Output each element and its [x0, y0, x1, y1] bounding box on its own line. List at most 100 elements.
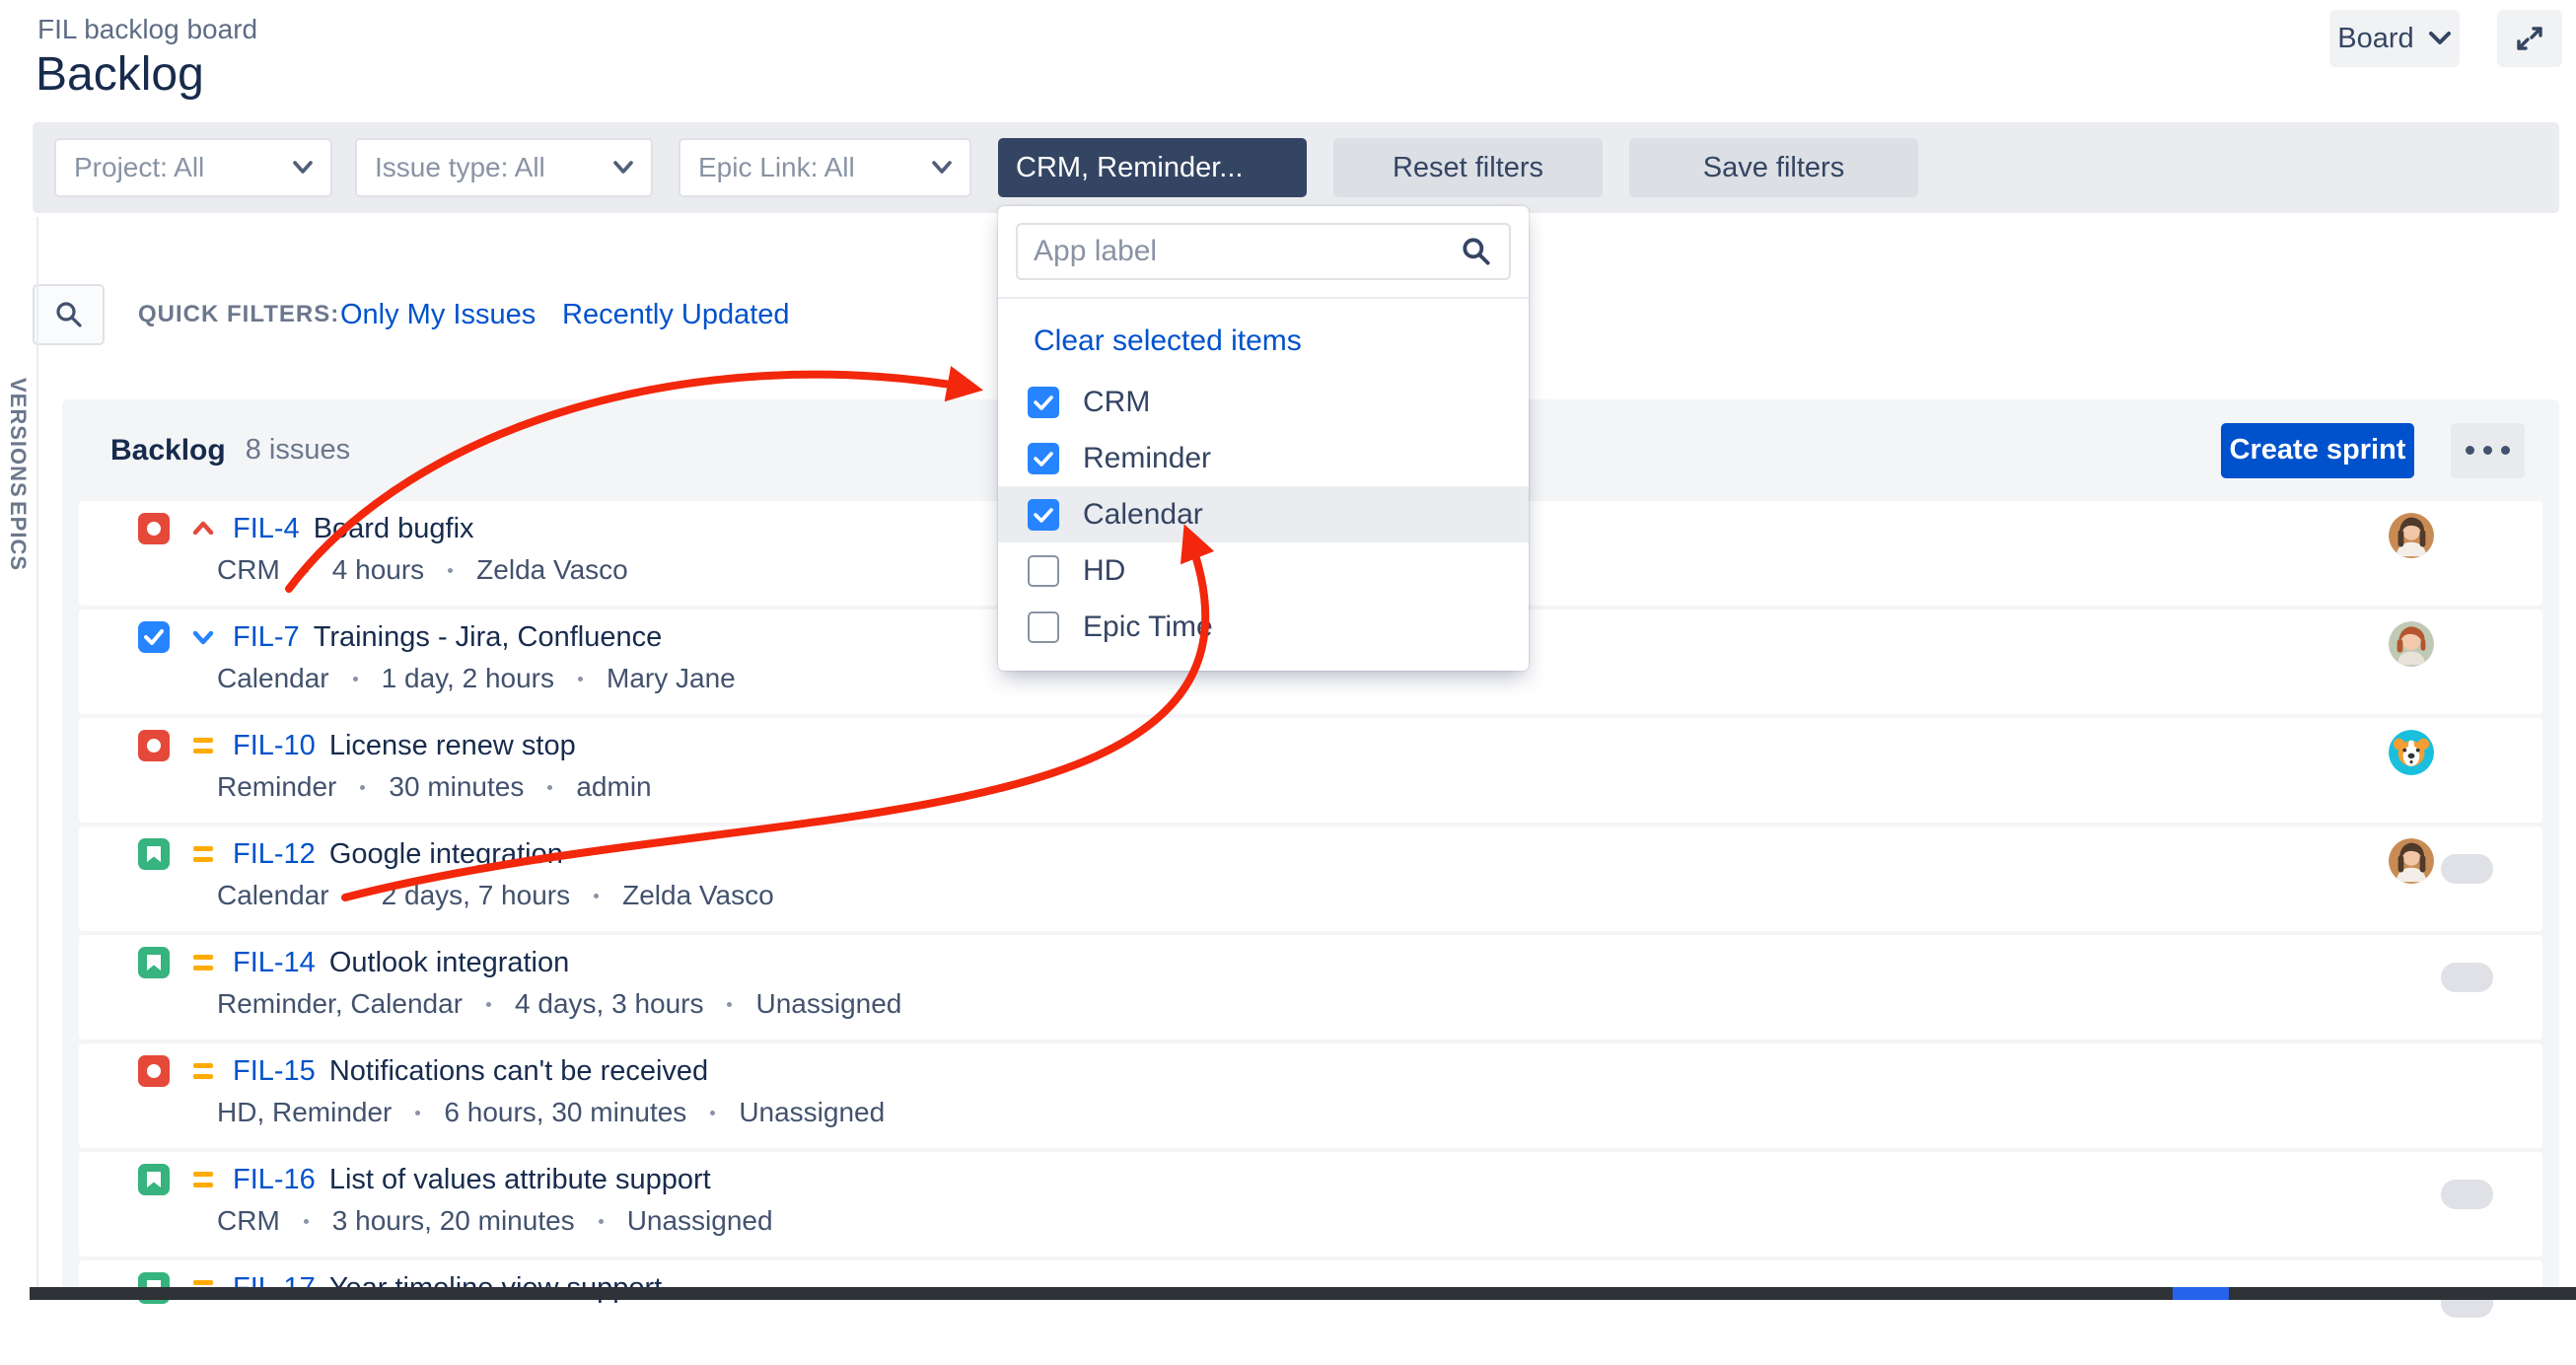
window-bottom-edge-accent — [2173, 1287, 2229, 1300]
app-label-dropdown: Clear selected items CRM Reminder Calend… — [998, 206, 1529, 671]
issue-summary: List of values attribute support — [329, 1164, 711, 1196]
priority-medium-icon — [189, 1166, 217, 1193]
issue-summary: Outlook integration — [329, 947, 569, 979]
issue-row-fil-16[interactable]: FIL-16 List of values attribute support … — [79, 1152, 2542, 1257]
quick-filter-recently-updated[interactable]: Recently Updated — [562, 299, 790, 331]
issue-assignee: Zelda Vasco — [476, 554, 628, 586]
priority-lowest-icon — [189, 623, 217, 651]
chevron-down-icon — [2428, 31, 2452, 46]
option-reminder[interactable]: Reminder — [998, 430, 1529, 486]
checkbox-checked-icon[interactable] — [1028, 443, 1059, 474]
story-type-icon — [138, 838, 170, 870]
priority-highest-icon — [189, 515, 217, 542]
issue-summary: Notifications can't be received — [329, 1055, 708, 1088]
priority-medium-icon — [189, 840, 217, 868]
option-label: Calendar — [1083, 498, 1203, 532]
issue-assignee: Mary Jane — [607, 663, 736, 694]
issue-row-fil-17[interactable]: FIL-17 Year timeline view support — [79, 1260, 2542, 1365]
story-type-icon — [138, 1164, 170, 1195]
issue-key-link[interactable]: FIL-16 — [233, 1164, 316, 1196]
versions-rail-tab[interactable]: VERSIONS — [5, 378, 31, 498]
issue-row-fil-10[interactable]: FIL-10 License renew stop Reminder 30 mi… — [79, 718, 2542, 823]
checkbox-checked-icon[interactable] — [1028, 499, 1059, 531]
issue-estimate: 3 hours, 20 minutes — [332, 1205, 575, 1237]
issue-key-link[interactable]: FIL-14 — [233, 947, 316, 979]
issue-labels: Calendar — [217, 880, 329, 911]
breadcrumb[interactable]: FIL backlog board — [37, 14, 257, 45]
assignee-avatar-woman-brown-hair — [2389, 513, 2434, 558]
priority-medium-icon — [189, 1057, 217, 1085]
clear-selected-items-link[interactable]: Clear selected items — [998, 299, 1529, 374]
issue-estimate: 30 minutes — [389, 771, 524, 803]
bug-type-icon — [138, 513, 170, 544]
search-issues-button[interactable] — [33, 284, 105, 345]
story-type-icon — [138, 947, 170, 978]
issue-key-link[interactable]: FIL-15 — [233, 1055, 316, 1088]
backlog-issue-count: 8 issues — [246, 434, 350, 467]
option-label: CRM — [1083, 386, 1150, 419]
fullscreen-button[interactable] — [2497, 10, 2562, 67]
app-label-filter-button[interactable]: CRM, Reminder... — [998, 138, 1307, 197]
option-crm[interactable]: CRM — [998, 374, 1529, 430]
option-hd[interactable]: HD — [998, 542, 1529, 599]
separator-dot — [578, 677, 583, 682]
search-icon — [1460, 235, 1493, 268]
issue-row-fil-15[interactable]: FIL-15 Notifications can't be received H… — [79, 1043, 2542, 1148]
ellipsis-icon — [2466, 446, 2474, 455]
left-rail-divider — [36, 217, 38, 1287]
issue-estimate: 6 hours, 30 minutes — [444, 1097, 686, 1128]
separator-dot — [415, 1111, 420, 1115]
backlog-title: Backlog — [110, 434, 226, 467]
assignee-avatar-woman-brown-hair — [2389, 838, 2434, 884]
issue-key-link[interactable]: FIL-12 — [233, 838, 316, 871]
board-switcher-button[interactable]: Board — [2329, 10, 2460, 67]
issue-row-fil-12[interactable]: FIL-12 Google integration Calendar 2 day… — [79, 826, 2542, 931]
priority-medium-icon — [189, 949, 217, 976]
assignee-avatar-woman-red-hair — [2389, 621, 2434, 667]
issue-assignee: admin — [576, 771, 651, 803]
bug-type-icon — [138, 730, 170, 761]
issue-labels: Reminder — [217, 771, 336, 803]
issue-labels: Reminder, Calendar — [217, 988, 463, 1020]
epic-tag-pill — [2441, 854, 2493, 884]
issue-row-fil-14[interactable]: FIL-14 Outlook integration Reminder, Cal… — [79, 935, 2542, 1040]
option-calendar[interactable]: Calendar — [998, 486, 1529, 542]
separator-dot — [547, 785, 552, 790]
issue-summary: License renew stop — [329, 730, 576, 762]
issue-key-link[interactable]: FIL-10 — [233, 730, 316, 762]
save-filters-button[interactable]: Save filters — [1629, 138, 1918, 197]
quick-filters-label: QUICK FILTERS: — [138, 301, 339, 328]
reset-filters-button[interactable]: Reset filters — [1333, 138, 1603, 197]
option-epic-time[interactable]: Epic Time — [998, 599, 1529, 655]
filter-bar: Project: All Issue type: All Epic Link: … — [33, 122, 2559, 213]
project-filter-select[interactable]: Project: All — [54, 138, 332, 197]
issue-key-link[interactable]: FIL-7 — [233, 621, 300, 654]
option-label: Epic Time — [1083, 611, 1213, 644]
issue-key-link[interactable]: FIL-4 — [233, 513, 300, 545]
issue-type-filter-select[interactable]: Issue type: All — [355, 138, 653, 197]
priority-medium-icon — [189, 732, 217, 759]
project-filter-value: Project: All — [74, 152, 204, 183]
assignee-avatar-dog — [2389, 730, 2434, 775]
board-switcher-label: Board — [2337, 23, 2413, 55]
separator-dot — [486, 1002, 491, 1007]
checkbox-unchecked-icon[interactable] — [1028, 555, 1059, 587]
create-sprint-button[interactable]: Create sprint — [2221, 423, 2414, 478]
issue-summary: Board bugfix — [314, 513, 474, 545]
backlog-more-options-button[interactable] — [2451, 423, 2525, 478]
epic-tag-pill — [2441, 1180, 2493, 1209]
search-icon — [53, 299, 85, 330]
separator-dot — [710, 1111, 715, 1115]
epics-rail-tab[interactable]: EPICS — [5, 501, 31, 571]
separator-dot — [594, 894, 599, 898]
issue-labels: CRM — [217, 554, 280, 586]
epic-link-filter-select[interactable]: Epic Link: All — [679, 138, 971, 197]
app-label-search-input[interactable] — [1034, 235, 1460, 268]
checkbox-checked-icon[interactable] — [1028, 387, 1059, 418]
quick-filter-only-my-issues[interactable]: Only My Issues — [340, 299, 536, 331]
separator-dot — [448, 568, 453, 573]
checkbox-unchecked-icon[interactable] — [1028, 611, 1059, 643]
separator-dot — [304, 568, 309, 573]
chevron-down-icon — [613, 161, 633, 175]
separator-dot — [360, 785, 365, 790]
